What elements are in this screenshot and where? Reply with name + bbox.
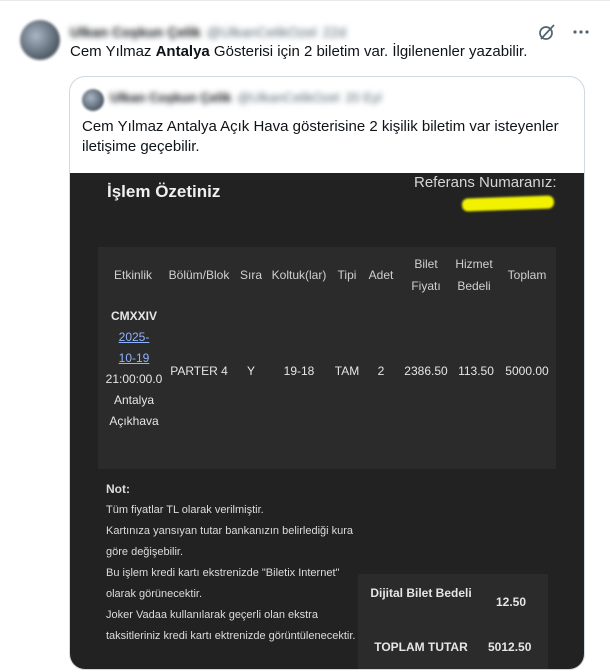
author-handle[interactable]: @UlkanCelikOzel (207, 24, 317, 40)
post-text: Cem Yılmaz Antalya Gösterisi için 2 bile… (70, 42, 590, 62)
reference-label: Referans Numaranız: (414, 174, 557, 191)
receipt-summary: Dijital Bilet Bedeli 12.50 TOPLAM TUTAR … (358, 574, 548, 669)
quote-text: Cem Yılmaz Antalya Açık Hava gösterisine… (82, 118, 559, 155)
post-actions (538, 23, 590, 41)
digital-fee-label: Dijital Bilet Bedeli (370, 586, 472, 600)
col-type: Tipi (337, 268, 357, 282)
quoted-post[interactable]: Ulkan Coşkun Çelik @UlkanCelikOzel 20 Ey… (69, 76, 585, 670)
cell-type: TAM (334, 364, 360, 378)
note-line: Tüm fiyatlar TL olarak verilmiştir. (106, 504, 264, 516)
col-event: Etkinlik (113, 268, 152, 282)
grok-icon[interactable] (538, 23, 556, 41)
quote-author-handle: @UlkanCelikOzel (237, 90, 340, 105)
col-count: Adet (368, 268, 394, 282)
grand-total-label: TOPLAM TUTAR (374, 640, 468, 654)
event-code: CMXXIV (110, 309, 157, 323)
col-service-fee: Hizmet Bedeli (455, 257, 493, 293)
receipt-title: İşlem Özetiniz (107, 182, 221, 201)
grand-total-value: 5012.50 (488, 640, 532, 654)
cell-row: Y (246, 364, 255, 378)
cell-service-fee: 113.50 (458, 364, 494, 378)
cell-event: CMXXIV 2025-10-19 21:00:00.0 Antalya Açı… (100, 306, 168, 432)
event-date-link[interactable]: 2025-10-19 (111, 327, 157, 369)
quote-header: Ulkan Coşkun Çelik @UlkanCelikOzel 20 Ey… (110, 90, 382, 105)
reference-number-redaction (461, 195, 555, 212)
col-total: Toplam (507, 268, 547, 282)
cell-seats: 19-18 (283, 364, 315, 378)
col-seats: Koltuk(lar) (271, 268, 327, 282)
quote-author-avatar (82, 89, 104, 111)
cell-section: PARTER 4 (170, 364, 228, 378)
note-line: Joker Vadaa kullanılarak geçerli olan ek… (106, 609, 356, 642)
author-name[interactable]: Ulkan Coşkun Çelik (70, 24, 201, 40)
quote-time: 20 Eyl (345, 90, 382, 105)
quote-author-name: Ulkan Coşkun Çelik (110, 90, 232, 105)
post-text-bold: Antalya (155, 43, 210, 60)
col-row: Sıra (239, 268, 262, 282)
event-time: 21:00:00.0 (105, 372, 163, 386)
note-line: Kartınıza yansıyan tutar bankanızın beli… (106, 525, 354, 558)
more-options-icon[interactable] (572, 23, 590, 41)
post-header: Ulkan Coşkun Çelik @UlkanCelikOzel 22d (70, 22, 346, 42)
author-avatar[interactable] (20, 20, 60, 60)
note-line: Bu işlem kredi kartı ekstrenizde "Bileti… (106, 567, 340, 600)
notes-title: Not: (106, 482, 130, 496)
col-section: Bölüm/Blok (168, 268, 230, 282)
col-ticket-price: Bilet Fiyatı (411, 257, 441, 293)
event-venue: Antalya Açıkhava (109, 393, 159, 428)
post-time[interactable]: 22d (323, 24, 346, 40)
receipt-notes: Not: Tüm fiyatlar TL olarak verilmiştir.… (106, 479, 366, 647)
post-text-suffix: Gösterisi için 2 biletim var. İlgilenenl… (209, 43, 528, 60)
cell-ticket-price: 2386.50 (404, 364, 448, 378)
top-divider (0, 0, 610, 1)
post-text-prefix: Cem Yılmaz (70, 43, 156, 60)
digital-fee-value: 12.50 (496, 595, 527, 609)
cell-total: 5000.00 (505, 364, 549, 378)
cell-count: 2 (377, 364, 385, 378)
ticket-receipt-image[interactable]: İşlem Özetiniz Referans Numaranız: Etkin… (70, 173, 584, 669)
